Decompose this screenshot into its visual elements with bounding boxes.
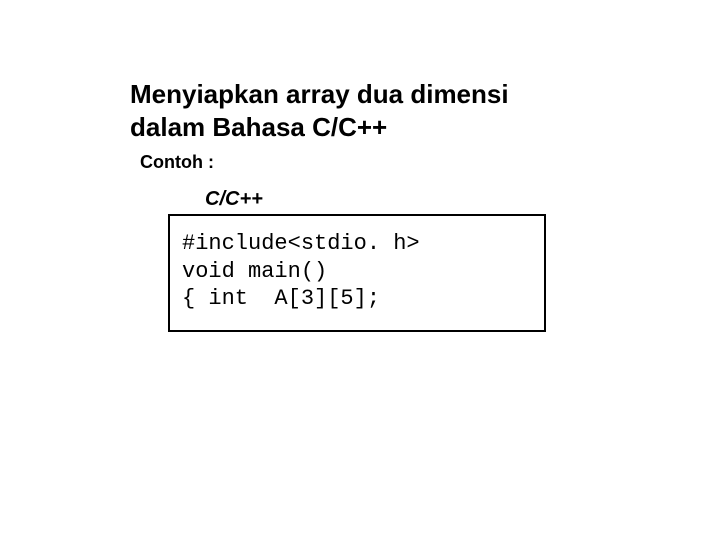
language-label: C/C++ — [205, 188, 263, 211]
code-block: #include<stdio. h> void main() { int A[3… — [168, 214, 546, 332]
slide-title: Menyiapkan array dua dimensi dalam Bahas… — [130, 78, 550, 143]
example-label: Contoh : — [140, 152, 214, 173]
slide: Menyiapkan array dua dimensi dalam Bahas… — [0, 0, 720, 540]
